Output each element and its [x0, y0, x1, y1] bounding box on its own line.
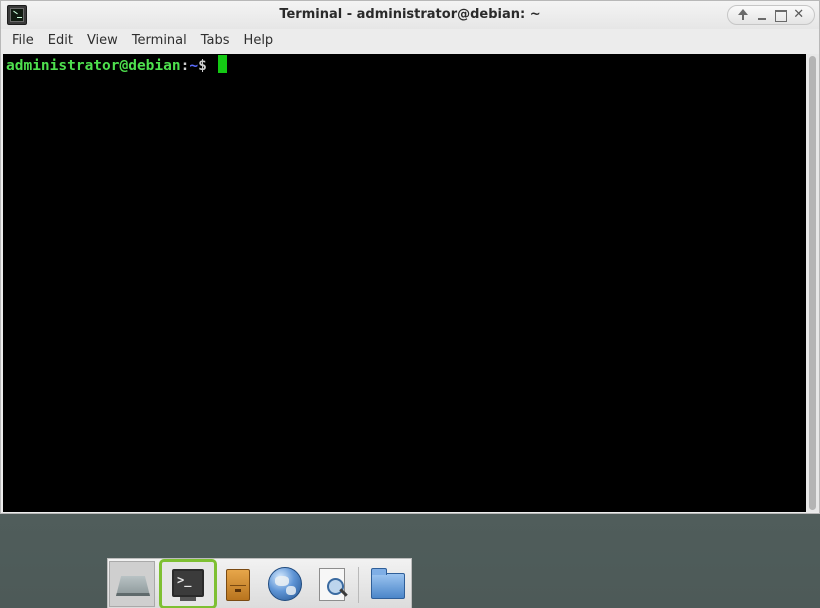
prompt-user-host: administrator@debian: [6, 58, 181, 74]
dock-item-archive-manager[interactable]: [214, 561, 260, 607]
dock-separator: [358, 567, 359, 603]
window-title: Terminal - administrator@debian: ~: [279, 7, 541, 22]
terminal-output[interactable]: administrator@debian:~$: [3, 54, 806, 512]
minimize-icon[interactable]: [755, 8, 769, 22]
menu-file[interactable]: File: [5, 29, 41, 53]
show-desktop-icon: [116, 576, 150, 596]
prompt-line: administrator@debian:~$: [6, 55, 803, 76]
window-controls: ✕: [727, 5, 815, 25]
menu-terminal[interactable]: Terminal: [125, 29, 194, 53]
prompt-symbol: $: [198, 58, 216, 74]
text-cursor: [217, 55, 227, 73]
terminal-icon: [172, 569, 204, 601]
dock-item-file-manager[interactable]: [364, 561, 410, 607]
close-icon[interactable]: ✕: [792, 8, 806, 22]
title-bar[interactable]: Terminal - administrator@debian: ~ ✕: [1, 1, 819, 29]
vertical-scrollbar[interactable]: [806, 54, 819, 512]
shade-window-icon[interactable]: [736, 8, 750, 22]
scrollbar-thumb[interactable]: [809, 56, 816, 510]
terminal-window: Terminal - administrator@debian: ~ ✕ Fil…: [0, 0, 820, 514]
menu-tabs[interactable]: Tabs: [194, 29, 237, 53]
prompt-path: ~: [189, 58, 199, 74]
menu-edit[interactable]: Edit: [41, 29, 80, 53]
archive-manager-icon: [226, 569, 250, 601]
search-files-icon: [319, 568, 345, 601]
dock-panel: [107, 558, 412, 608]
maximize-icon[interactable]: [773, 8, 788, 22]
menu-bar: File Edit View Terminal Tabs Help: [1, 29, 819, 53]
dock-item-search-files[interactable]: [310, 561, 356, 607]
dock-item-terminal[interactable]: [159, 559, 217, 608]
menu-view[interactable]: View: [80, 29, 125, 53]
web-browser-icon: [268, 567, 302, 601]
dock-item-web-browser[interactable]: [261, 561, 307, 607]
file-manager-folder-icon: [371, 568, 405, 599]
menu-help[interactable]: Help: [237, 29, 281, 53]
dock-item-show-desktop[interactable]: [109, 561, 155, 607]
